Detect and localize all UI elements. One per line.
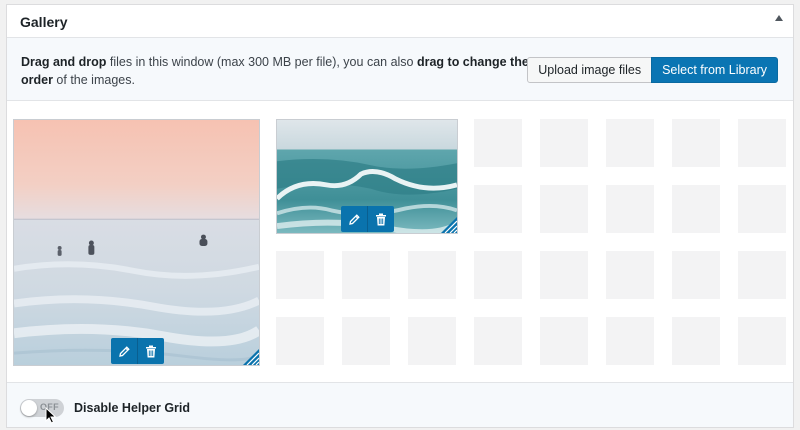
resize-handle-icon[interactable] [243, 349, 259, 365]
instructions-bold-1: Drag and drop [21, 55, 107, 69]
helper-grid-cell [474, 251, 522, 299]
helper-grid-cell [408, 317, 456, 365]
media-button-group: Upload image files Select from Library [527, 57, 778, 83]
helper-grid-cell [606, 119, 654, 167]
gallery-grid[interactable] [7, 101, 793, 382]
helper-grid-cell [738, 251, 786, 299]
helper-grid-label: Disable Helper Grid [74, 401, 191, 415]
helper-grid-cell [672, 317, 720, 365]
pencil-icon[interactable] [341, 206, 367, 232]
resize-handle-icon[interactable] [441, 217, 457, 233]
helper-grid-cell [474, 119, 522, 167]
helper-grid-cell [540, 251, 588, 299]
helper-grid-cell [672, 119, 720, 167]
helper-grid-cell [738, 185, 786, 233]
collapse-arrow-icon[interactable] [775, 15, 783, 21]
gallery-image-wave[interactable] [276, 119, 458, 234]
trash-icon[interactable] [137, 338, 164, 364]
helper-grid-cell [342, 317, 390, 365]
helper-grid-cell [738, 317, 786, 365]
instructions-part-4: of the images. [52, 73, 135, 87]
helper-grid-cell [606, 251, 654, 299]
gallery-panel: Gallery Drag and drop files in this wind… [6, 4, 794, 428]
upload-image-files-button[interactable]: Upload image files [527, 57, 653, 83]
helper-grid-cell [540, 185, 588, 233]
helper-grid-cell [738, 119, 786, 167]
instructions-text: Drag and drop files in this window (max … [21, 53, 541, 89]
trash-icon[interactable] [367, 206, 394, 232]
helper-grid-cell [540, 317, 588, 365]
helper-grid-cell [672, 251, 720, 299]
helper-grid-cell [474, 185, 522, 233]
helper-grid-cell [540, 119, 588, 167]
helper-grid-cell [474, 317, 522, 365]
select-from-library-button[interactable]: Select from Library [651, 57, 778, 83]
helper-grid-cell [342, 251, 390, 299]
helper-grid-cell [276, 251, 324, 299]
instructions-part-2: files in this window (max 300 MB per fil… [106, 55, 417, 69]
surfers-photo [14, 120, 259, 365]
panel-title: Gallery [20, 14, 68, 30]
image-toolbar [341, 206, 394, 232]
image-toolbar [111, 338, 164, 364]
helper-grid-cell [408, 251, 456, 299]
pencil-icon[interactable] [111, 338, 137, 364]
helper-grid-cell [606, 317, 654, 365]
gallery-image-surfers[interactable] [13, 119, 260, 366]
helper-grid-cell [606, 185, 654, 233]
toggle-knob [21, 400, 37, 416]
helper-grid-cell [672, 185, 720, 233]
mouse-cursor-icon [45, 407, 57, 424]
panel-footer: OFF Disable Helper Grid [7, 382, 793, 427]
helper-grid-toggle[interactable]: OFF [20, 399, 64, 417]
panel-header: Gallery [7, 5, 793, 38]
instructions-bar: Drag and drop files in this window (max … [7, 38, 793, 101]
helper-grid-cell [276, 317, 324, 365]
